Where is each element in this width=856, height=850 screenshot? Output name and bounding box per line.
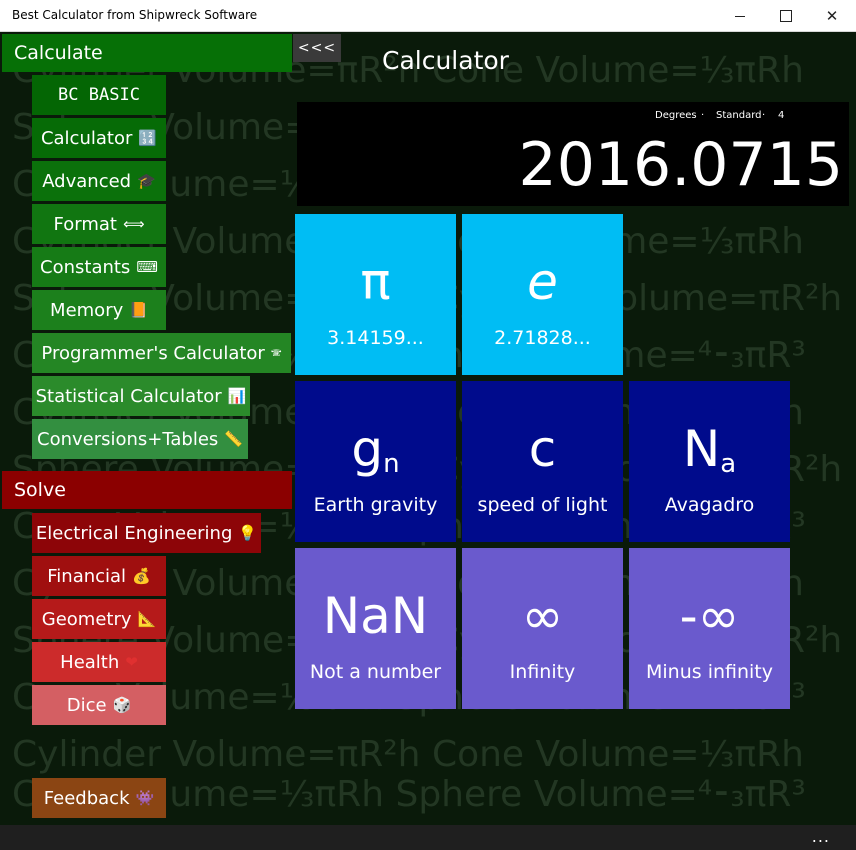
info-separator: · (701, 110, 705, 121)
double-arrow-icon: ⟺ (122, 215, 145, 233)
symbol-main: N (682, 420, 721, 478)
nav-label: Electrical Engineering (35, 522, 233, 544)
tile-caption: Avagadro (664, 494, 755, 516)
nav-label: Constants (40, 256, 131, 278)
page-title: Calculator (382, 46, 509, 75)
tile-caption: Infinity (509, 661, 576, 683)
nav-label: Feedback (43, 787, 130, 809)
close-icon: ✕ (825, 7, 839, 25)
more-options-button[interactable]: ... (812, 827, 830, 846)
nav-health[interactable]: Health ❤ (32, 642, 166, 682)
tile-symbol: -∞ (679, 587, 740, 645)
keypad-icon: 🔢 (138, 129, 158, 147)
tile-symbol: e (527, 253, 558, 311)
tile-minus-infinity[interactable]: -∞ Minus infinity (629, 548, 790, 709)
nav-dice[interactable]: Dice 🎲 (32, 685, 166, 725)
book-icon: 📙 (129, 301, 148, 319)
nav-calculator[interactable]: Calculator 🔢 (32, 118, 166, 158)
nav-label: Health (60, 651, 120, 673)
ram-icon: 🕾 (270, 344, 282, 362)
calculate-header-label: Calculate (14, 42, 103, 64)
nav-label: Statistical Calculator (35, 385, 222, 407)
nav-memory[interactable]: Memory 📙 (32, 290, 166, 330)
tile-caption: Earth gravity (313, 494, 438, 516)
money-bag-icon: 💰 (132, 567, 151, 585)
app-canvas: Cylinder Volume=πR²h Cone Volume=⅓πRh Sp… (0, 32, 856, 850)
angle-mode-label[interactable]: Degrees (655, 110, 697, 121)
nav-constants[interactable]: Constants ⌨ (32, 247, 166, 287)
nav-label: Programmer's Calculator (41, 342, 265, 364)
feedback-icon: 👾 (135, 789, 155, 807)
solve-section-header[interactable]: Solve (2, 471, 292, 509)
nav-geometry[interactable]: Geometry 📐 (32, 599, 166, 639)
precision-label[interactable]: 4 (778, 110, 784, 121)
maximize-icon (780, 10, 792, 22)
tile-caption: 3.14159... (327, 327, 424, 349)
nav-bc-basic[interactable]: BC BASIC (32, 75, 166, 115)
tile-caption: speed of light (477, 494, 608, 516)
nav-label: Advanced (42, 170, 132, 192)
graduation-cap-icon: 🎓 (137, 172, 156, 190)
nav-label: Format (53, 213, 117, 235)
dice-icon: 🎲 (112, 696, 132, 714)
info-separator: · (762, 110, 766, 121)
maximize-button[interactable] (763, 0, 809, 32)
nav-label: Memory (50, 299, 124, 321)
tile-pi[interactable]: π 3.14159... (295, 214, 456, 375)
tile-nan[interactable]: NaN Not a number (295, 548, 456, 709)
close-button[interactable]: ✕ (809, 0, 855, 32)
tile-caption: Minus infinity (646, 661, 773, 683)
tile-symbol: c (528, 420, 557, 478)
tile-speed-of-light[interactable]: c speed of light (462, 381, 623, 542)
tile-caption: 2.71828... (494, 327, 591, 349)
nav-label: Financial (47, 565, 127, 587)
calculator-display: Degrees · Standard · 4 2016.0715 (297, 102, 849, 206)
minimize-button[interactable] (717, 0, 763, 32)
bg-formula: Cylinder Volume=πR²h Cone Volume=⅓πRh (12, 734, 804, 775)
title-bar: Best Calculator from Shipwreck Software … (0, 0, 856, 32)
chart-icon: 📊 (227, 387, 247, 405)
solve-header-label: Solve (14, 479, 66, 501)
minimize-icon (735, 15, 745, 17)
window-title: Best Calculator from Shipwreck Software (12, 8, 258, 22)
tile-symbol: π (360, 253, 391, 311)
symbol-main: g (351, 420, 384, 478)
triangle-ruler-icon: 📐 (137, 610, 157, 628)
light-bulb-icon: 💡 (238, 524, 258, 542)
ruler-icon: 📏 (224, 430, 243, 448)
tile-caption: Not a number (309, 661, 442, 683)
nav-advanced[interactable]: Advanced 🎓 (32, 161, 166, 201)
tile-avogadro[interactable]: Na Avagadro (629, 381, 790, 542)
tile-symbol: gn (295, 421, 456, 492)
nav-conversions-tables[interactable]: Conversions+Tables 📏 (32, 419, 248, 459)
nav-label: BC BASIC (58, 85, 140, 105)
feedback-button[interactable]: Feedback 👾 (32, 778, 166, 818)
calculate-section-header[interactable]: Calculate (2, 34, 292, 72)
nav-label: Geometry (41, 608, 132, 630)
nav-label: Dice (66, 694, 107, 716)
nav-programmers-calculator[interactable]: Programmer's Calculator 🕾 (32, 333, 291, 373)
tile-earth-gravity[interactable]: gn Earth gravity (295, 381, 456, 542)
symbol-subscript: a (720, 449, 737, 479)
app-bar: ... (0, 825, 856, 850)
tile-infinity[interactable]: ∞ Infinity (462, 548, 623, 709)
nav-electrical-engineering[interactable]: Electrical Engineering 💡 (32, 513, 261, 553)
nav-statistical-calculator[interactable]: Statistical Calculator 📊 (32, 376, 250, 416)
tile-symbol: ∞ (521, 587, 564, 645)
collapse-sidebar-button[interactable]: <<< (293, 34, 341, 62)
nav-format[interactable]: Format ⟺ (32, 204, 166, 244)
tile-symbol: NaN (322, 587, 429, 645)
nav-label: Calculator (40, 127, 133, 149)
heart-icon: ❤ (125, 653, 138, 671)
symbol-subscript: n (383, 449, 400, 479)
tile-symbol: Na (629, 421, 790, 492)
nav-financial[interactable]: Financial 💰 (32, 556, 166, 596)
tile-e[interactable]: e 2.71828... (462, 214, 623, 375)
nav-label: Conversions+Tables (37, 428, 219, 450)
display-value: 2016.0715 (518, 130, 843, 200)
keyboard-icon: ⌨ (136, 258, 158, 276)
format-mode-label[interactable]: Standard (716, 110, 762, 121)
